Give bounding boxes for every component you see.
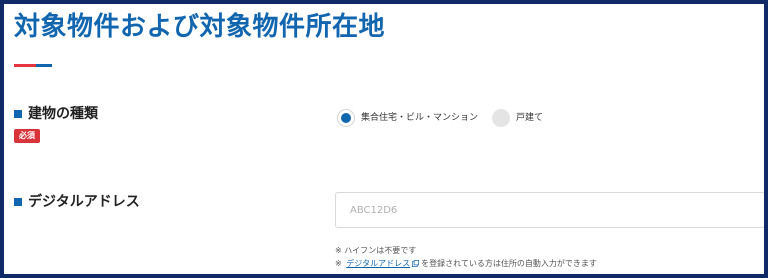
note-prefix: ※: [335, 246, 342, 255]
radio-label-apartment: 集合住宅・ビル・マンション: [361, 113, 479, 123]
radio-option-apartment[interactable]: 集合住宅・ビル・マンション: [337, 109, 478, 127]
note-autofill-text: を登録されている方は住所の自動入力ができます: [421, 259, 597, 268]
note-line-hyphen: ※ ハイフンは不要です: [335, 244, 597, 257]
required-badge: 必須: [14, 129, 40, 143]
title-underline: [14, 64, 52, 67]
digital-address-label: デジタルアドレス: [14, 193, 140, 211]
digital-address-label-text: デジタルアドレス: [28, 194, 140, 210]
radio-label-detached-house: 戸建て: [516, 113, 544, 123]
building-type-label: 建物の種類: [14, 105, 98, 123]
note-line-autofill: ※ デジタルアドレス を登録されている方は住所の自動入力ができます: [335, 257, 597, 270]
square-bullet-icon: [14, 198, 22, 206]
digital-address-input[interactable]: [335, 192, 764, 228]
building-type-label-text: 建物の種類: [28, 106, 98, 122]
building-type-radio-group: 集合住宅・ビル・マンション 戸建て: [337, 109, 543, 127]
note-hyphen-text: ハイフンは不要です: [344, 246, 417, 255]
radio-dot: [341, 113, 351, 123]
square-bullet-icon: [14, 110, 22, 118]
radio-unchecked-icon[interactable]: [492, 109, 511, 127]
radio-checked-icon[interactable]: [337, 109, 355, 127]
digital-address-notes: ※ ハイフンは不要です ※ デジタルアドレス を登録されている方は住所の自動入力…: [335, 244, 597, 270]
page-title: 対象物件および対象物件所在地: [14, 12, 386, 42]
underline-blue-segment: [36, 64, 52, 67]
underline-red-segment: [14, 64, 36, 67]
digital-address-link[interactable]: デジタルアドレス: [346, 257, 410, 270]
note-prefix: ※: [335, 259, 342, 268]
external-link-icon: [412, 260, 420, 267]
radio-option-detached-house[interactable]: 戸建て: [492, 109, 543, 127]
form-frame: 対象物件および対象物件所在地 建物の種類 必須 集合住宅・ビル・マンション 戸建…: [0, 0, 768, 278]
